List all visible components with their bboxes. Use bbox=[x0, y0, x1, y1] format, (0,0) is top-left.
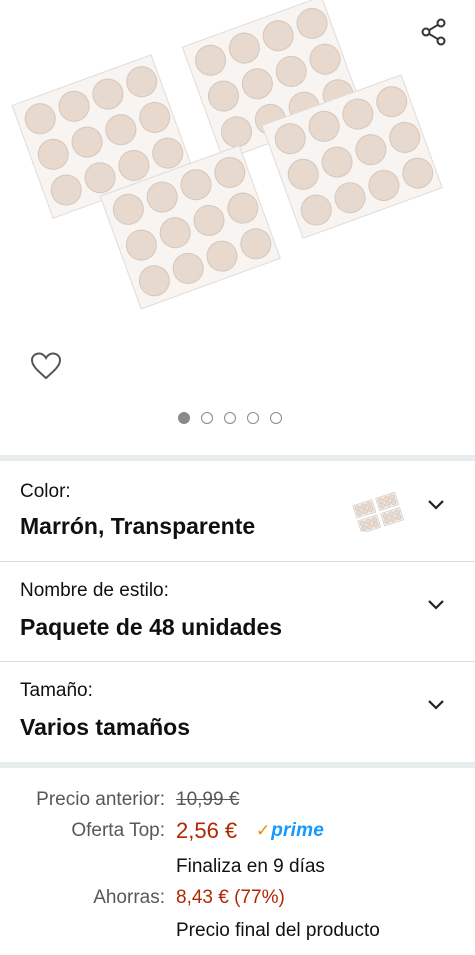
chevron-down-icon bbox=[428, 700, 444, 710]
deal-price-label: Oferta Top: bbox=[71, 820, 165, 841]
previous-price-label: Precio anterior: bbox=[36, 789, 165, 810]
savings-value: 8,43 € (77%) bbox=[176, 887, 285, 908]
variation-label: Tamaño: bbox=[20, 680, 93, 701]
prime-check-icon: ✓ bbox=[256, 821, 271, 840]
variation-label: Color: bbox=[20, 481, 71, 502]
final-price-note: Precio final del producto bbox=[176, 920, 380, 941]
carousel-dot[interactable] bbox=[178, 412, 190, 424]
previous-price: 10,99 € bbox=[176, 789, 240, 810]
carousel-pagination bbox=[178, 412, 282, 424]
variation-value: Varios tamaños bbox=[20, 714, 191, 740]
variation-label: Nombre de estilo: bbox=[20, 580, 169, 601]
variation-size[interactable]: Tamaño: Varios tamaños bbox=[0, 662, 475, 762]
section-divider bbox=[0, 762, 475, 768]
carousel-dot[interactable] bbox=[270, 412, 282, 424]
prime-badge: ✓ prime bbox=[256, 819, 324, 843]
variation-value: Marrón, Transparente bbox=[20, 513, 256, 539]
prime-logo-text: prime bbox=[271, 820, 324, 841]
chevron-down-icon bbox=[428, 500, 444, 510]
chevron-down-icon bbox=[428, 600, 444, 610]
variation-value: Paquete de 48 unidades bbox=[20, 614, 283, 640]
carousel-dot[interactable] bbox=[224, 412, 236, 424]
share-icon bbox=[421, 18, 446, 46]
product-image-gallery[interactable] bbox=[0, 0, 475, 455]
deal-ends-text: Finaliza en 9 días bbox=[176, 856, 325, 877]
variation-style[interactable]: Nombre de estilo: Paquete de 48 unidades bbox=[0, 562, 475, 662]
deal-price: 2,56 € bbox=[176, 818, 238, 843]
share-button[interactable] bbox=[414, 12, 454, 52]
heart-icon bbox=[30, 352, 62, 380]
carousel-dot[interactable] bbox=[201, 412, 213, 424]
wishlist-button[interactable] bbox=[24, 346, 68, 386]
product-image[interactable] bbox=[0, 0, 475, 330]
carousel-dot[interactable] bbox=[247, 412, 259, 424]
color-swatch-thumbnail[interactable] bbox=[350, 492, 408, 532]
savings-label: Ahorras: bbox=[93, 887, 165, 908]
